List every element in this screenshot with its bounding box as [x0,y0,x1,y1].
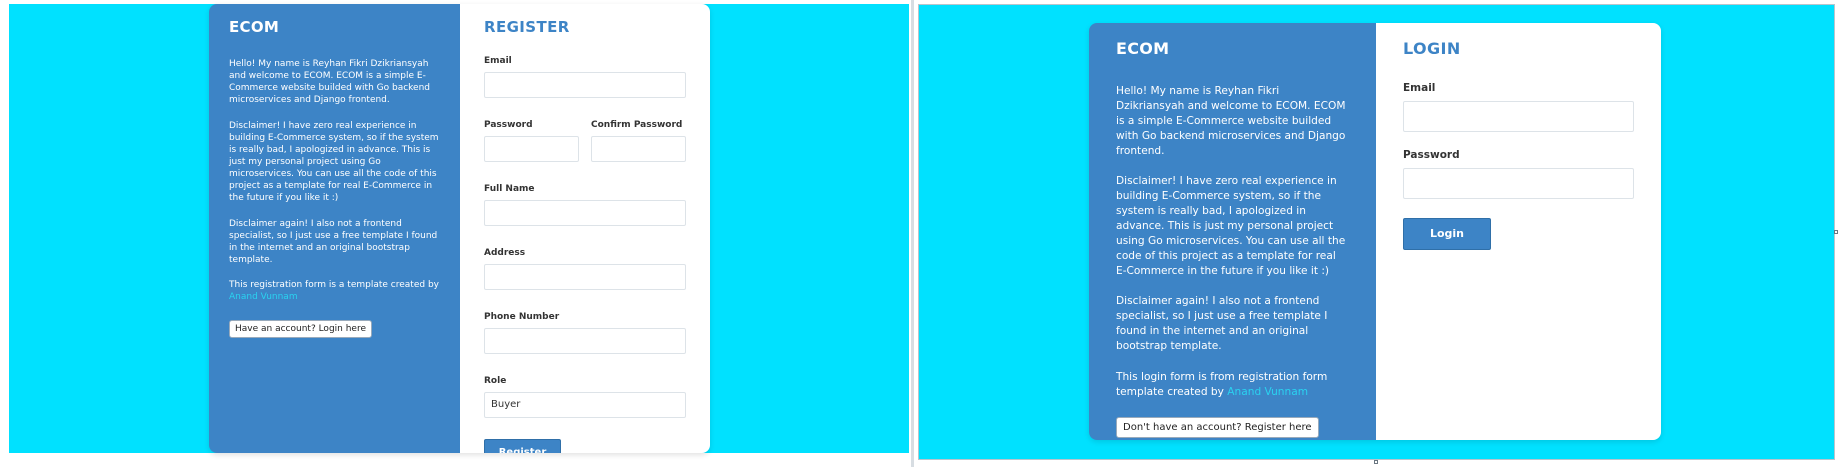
confirm-password-group: Confirm Password [591,120,686,162]
form-title: REGISTER [484,18,570,36]
register-here-button[interactable]: Don't have an account? Register here [1116,416,1319,438]
intro-text: Hello! My name is Reyhan Fikri Dzikrians… [1116,85,1346,158]
address-group: Address [484,248,686,290]
brand-logo: ECOM [229,18,280,36]
role-group: Role Buyer [484,376,686,418]
password-field[interactable] [1403,168,1634,199]
resize-handle[interactable] [1374,460,1378,464]
password-label: Password [1403,149,1460,161]
disclaimer-text: Disclaimer! I have zero real experience … [229,120,439,204]
full-name-field[interactable] [484,200,686,226]
credit-text: This registration form is a template cre… [229,279,440,303]
password-label: Password [484,120,533,130]
phone-field[interactable] [484,328,686,354]
login-card: ECOM Hello! My name is Reyhan Fikri Dzik… [1089,23,1661,440]
login-button[interactable]: Login [1403,218,1491,250]
confirm-password-label: Confirm Password [591,120,683,130]
password-group: Password [484,120,579,162]
confirm-password-field[interactable] [591,136,686,162]
disclaimer-again-text: Disclaimer again! I also not a frontend … [1116,295,1328,353]
password-field[interactable] [484,136,579,162]
role-select[interactable]: Buyer [484,392,686,418]
email-group: Email [1403,82,1634,132]
address-field[interactable] [484,264,686,290]
email-group: Email [484,56,686,98]
login-page: ECOM Hello! My name is Reyhan Fikri Dzik… [918,4,1835,460]
full-name-group: Full Name [484,184,686,226]
credit-prefix: This registration form is a template cre… [229,280,439,291]
login-here-button[interactable]: Have an account? Login here [229,320,373,339]
email-label: Email [484,56,512,66]
window-divider [911,0,914,467]
register-form: REGISTER Email Password Confirm Password… [460,4,710,453]
email-field[interactable] [484,72,686,98]
email-field[interactable] [1403,101,1634,132]
register-card: ECOM Hello! My name is Reyhan Fikri Dzik… [209,4,710,453]
info-panel: ECOM Hello! My name is Reyhan Fikri Dzik… [1089,23,1376,440]
register-button[interactable]: Register [484,439,561,453]
password-row: Password Confirm Password [484,120,686,184]
form-title: LOGIN [1403,39,1461,58]
address-label: Address [484,248,526,258]
disclaimer-again-text: Disclaimer again! I also not a frontend … [229,218,438,265]
info-panel: ECOM Hello! My name is Reyhan Fikri Dzik… [209,4,460,453]
credit-link[interactable]: Anand Vunnam [1227,386,1308,398]
role-label: Role [484,376,507,386]
credit-text: This login form is from registration for… [1116,370,1349,400]
phone-label: Phone Number [484,312,560,322]
email-label: Email [1403,82,1436,94]
register-page: ECOM Hello! My name is Reyhan Fikri Dzik… [9,4,909,453]
password-group: Password [1403,149,1634,199]
resize-handle[interactable] [1834,230,1838,234]
credit-link[interactable]: Anand Vunnam [229,292,298,302]
phone-group: Phone Number [484,312,686,354]
intro-text: Hello! My name is Reyhan Fikri Dzikrians… [229,59,430,106]
full-name-label: Full Name [484,184,535,194]
disclaimer-text: Disclaimer! I have zero real experience … [1116,175,1346,278]
login-form: LOGIN Email Password Login [1376,23,1661,440]
brand-logo: ECOM [1116,39,1170,58]
